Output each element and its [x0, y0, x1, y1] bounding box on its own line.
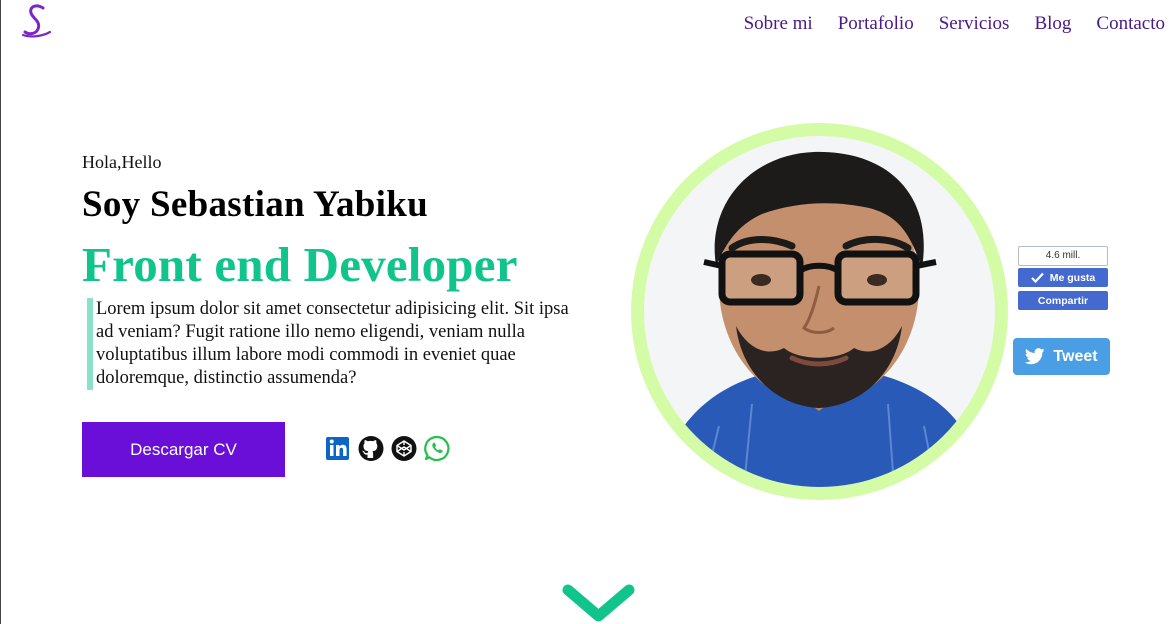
nav-item-portafolio[interactable]: Portafolio: [838, 12, 914, 36]
facebook-share-button[interactable]: Compartir: [1018, 291, 1108, 310]
signature-logo-icon: [21, 4, 52, 38]
hero-name: Soy Sebastian Yabiku: [82, 184, 428, 225]
site-logo[interactable]: [19, 2, 55, 40]
facebook-like-button[interactable]: Me gusta: [1018, 268, 1108, 287]
social-links: [324, 434, 451, 462]
tweet-label: Tweet: [1053, 347, 1098, 365]
download-cv-button[interactable]: Descargar CV: [82, 422, 285, 477]
facebook-widget: 4.6 mill. Me gusta Compartir: [1018, 246, 1108, 310]
twitter-bird-icon: [1025, 348, 1046, 365]
check-icon: [1030, 272, 1044, 283]
scroll-down-button[interactable]: [562, 582, 635, 624]
linkedin-icon[interactable]: [324, 434, 352, 462]
nav-item-servicios[interactable]: Servicios: [939, 12, 1010, 36]
chevron-down-icon: [562, 584, 635, 622]
main-nav: Sobre mi Portafolio Servicios Blog Conta…: [719, 12, 1165, 36]
nav-item-sobre-mi[interactable]: Sobre mi: [744, 12, 813, 36]
nav-item-contacto[interactable]: Contacto: [1096, 12, 1165, 36]
nav-item-blog[interactable]: Blog: [1034, 12, 1071, 36]
profile-photo: [644, 136, 995, 487]
profile-photo-ring: [631, 123, 1008, 500]
facebook-like-count: 4.6 mill.: [1018, 246, 1108, 266]
tweet-button[interactable]: Tweet: [1013, 338, 1110, 375]
hero-role: Front end Developer: [82, 237, 518, 292]
facebook-like-label: Me gusta: [1049, 271, 1096, 284]
github-icon[interactable]: [357, 434, 385, 462]
whatsapp-icon[interactable]: [423, 434, 451, 462]
hero-bio: Lorem ipsum dolor sit amet consectetur a…: [87, 298, 577, 390]
codepen-icon[interactable]: [390, 434, 418, 462]
hero-greeting: Hola,Hello: [82, 152, 162, 172]
